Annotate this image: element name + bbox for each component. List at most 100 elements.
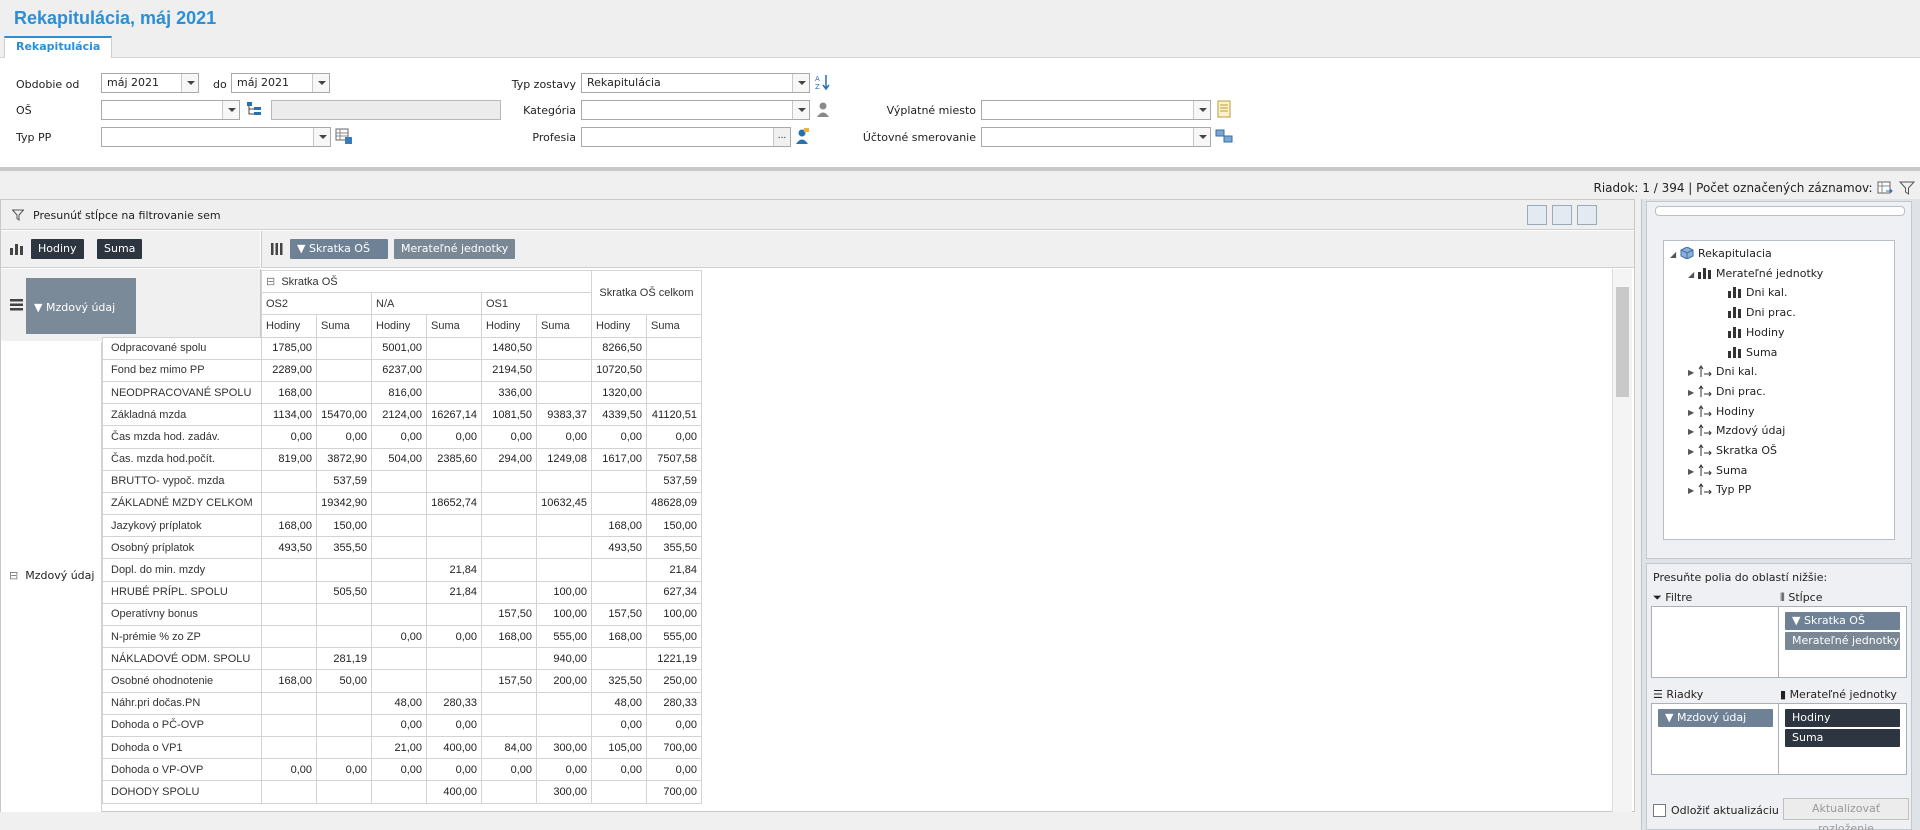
expanded-icon[interactable]: ◢ <box>1688 270 1698 279</box>
ellipsis-button[interactable]: ... <box>773 128 790 146</box>
table-cell[interactable]: 0,00 <box>371 713 427 737</box>
table-cell[interactable]: 250,00 <box>646 669 702 693</box>
collapsed-icon[interactable]: ▶ <box>1688 368 1698 377</box>
routing-icon[interactable] <box>1215 127 1233 145</box>
os-combo[interactable] <box>101 100 240 120</box>
category-person-icon[interactable] <box>814 100 832 118</box>
measure-header[interactable]: Suma <box>426 314 482 338</box>
table-cell[interactable] <box>591 580 647 604</box>
table-cell[interactable]: 700,00 <box>646 780 702 804</box>
refresh-button[interactable] <box>1577 205 1597 225</box>
update-layout-button[interactable]: Aktualizovať rozloženie <box>1783 798 1909 830</box>
chevron-down-icon[interactable] <box>792 101 809 119</box>
table-cell[interactable]: 0,00 <box>371 624 427 649</box>
filter-icon[interactable] <box>1899 180 1915 196</box>
table-cell[interactable]: 300,00 <box>536 735 592 760</box>
table-cell[interactable]: 18652,74 <box>426 491 482 516</box>
field-tree-item[interactable]: Dni prac. <box>1718 306 1796 319</box>
row-group-label[interactable]: ⊟ Mzdový údaj <box>9 569 94 582</box>
table-cell[interactable]: 6237,00 <box>371 358 427 382</box>
table-row[interactable]: N-prémie % zo ZP 0,00 0,00 168,00 555,00 168,… <box>102 624 702 649</box>
table-cell[interactable]: 1134,00 <box>261 403 317 427</box>
row-label[interactable]: Fond bez mimo PP <box>102 358 262 382</box>
table-cell[interactable]: 627,34 <box>646 580 702 604</box>
zone-chip-meratelne[interactable]: Merateľné jednotky <box>1785 632 1900 650</box>
table-cell[interactable]: 555,00 <box>646 624 702 649</box>
row-label[interactable]: Osobný príplatok <box>102 536 262 560</box>
table-cell[interactable]: 1785,00 <box>261 336 317 360</box>
field-list-button[interactable] <box>1527 205 1547 225</box>
table-cell[interactable] <box>316 602 372 627</box>
table-cell[interactable]: 0,00 <box>646 425 702 449</box>
table-cell[interactable]: 280,33 <box>426 691 482 715</box>
table-row[interactable]: Dohoda o VP-OVP 0,00 0,00 0,00 0,00 0,00 0,00 0… <box>102 758 702 782</box>
chevron-down-icon[interactable] <box>181 74 198 92</box>
chevron-down-icon[interactable] <box>313 128 330 146</box>
measure-header[interactable]: Suma <box>646 314 702 338</box>
collapsed-icon[interactable]: ▶ <box>1688 486 1698 495</box>
table-cell[interactable] <box>261 691 317 715</box>
row-label[interactable]: Náhr.pri dočas.PN <box>102 691 262 715</box>
table-row[interactable]: BRUTTO- vypoč. mzda 537,59 537,59 <box>102 469 702 493</box>
table-cell[interactable]: 0,00 <box>316 758 372 782</box>
table-row[interactable]: Dopl. do min. mzdy 21,84 21,84 <box>102 558 702 582</box>
table-cell[interactable]: 1081,50 <box>481 403 537 427</box>
table-cell[interactable]: 100,00 <box>536 602 592 627</box>
row-label[interactable]: NEODPRACOVANÉ SPOLU <box>102 380 262 405</box>
table-cell[interactable] <box>426 380 482 405</box>
table-cell[interactable]: 0,00 <box>591 713 647 737</box>
uctovne-combo[interactable] <box>981 127 1211 147</box>
zone-chip-suma[interactable]: Suma <box>1785 729 1900 747</box>
obdobie-od-combo[interactable]: máj 2021 <box>101 73 199 93</box>
table-cell[interactable]: 105,00 <box>591 735 647 760</box>
table-cell[interactable]: 1320,00 <box>591 380 647 405</box>
obdobie-do-combo[interactable]: máj 2021 <box>231 73 330 93</box>
table-cell[interactable] <box>536 514 592 538</box>
table-cell[interactable] <box>261 491 317 516</box>
measure-header[interactable]: Hodiny <box>261 314 317 338</box>
table-cell[interactable] <box>481 713 537 737</box>
table-cell[interactable]: 0,00 <box>536 425 592 449</box>
typpp-combo[interactable] <box>101 127 331 147</box>
table-cell[interactable]: 50,00 <box>316 669 372 693</box>
row-label[interactable]: Dohoda o VP-OVP <box>102 758 262 782</box>
table-cell[interactable]: 100,00 <box>536 580 592 604</box>
sort-icon[interactable]: A Z <box>814 73 832 91</box>
zone-measures[interactable]: Hodiny Suma <box>1778 703 1907 775</box>
field-tree-item[interactable]: Suma <box>1718 346 1777 359</box>
table-cell[interactable] <box>316 624 372 649</box>
table-cell[interactable] <box>371 602 427 627</box>
table-filter-icon[interactable] <box>335 127 353 145</box>
table-cell[interactable] <box>481 580 537 604</box>
zone-rows[interactable]: ▼ Mzdový údaj <box>1651 703 1780 775</box>
table-cell[interactable]: 0,00 <box>646 758 702 782</box>
table-cell[interactable] <box>316 735 372 760</box>
table-row[interactable]: Odpracované spolu 1785,00 5001,00 1480,50 82… <box>102 336 702 360</box>
chevron-down-icon[interactable] <box>222 101 239 119</box>
table-cell[interactable] <box>316 713 372 737</box>
vertical-scrollbar[interactable] <box>1612 269 1632 812</box>
table-cell[interactable]: 355,50 <box>316 536 372 560</box>
table-row[interactable]: Dohoda o VP1 21,00 400,00 84,00 300,00 105,00… <box>102 735 702 760</box>
measure-header[interactable]: Hodiny <box>371 314 427 338</box>
table-cell[interactable]: 400,00 <box>426 735 482 760</box>
field-search[interactable] <box>1655 206 1905 216</box>
table-cell[interactable]: 493,50 <box>261 536 317 560</box>
row-label[interactable]: Dohoda o VP1 <box>102 735 262 760</box>
chevron-down-icon[interactable] <box>1193 128 1210 146</box>
table-cell[interactable]: 168,00 <box>591 624 647 649</box>
table-cell[interactable] <box>481 536 537 560</box>
table-cell[interactable]: 7507,58 <box>646 447 702 471</box>
table-cell[interactable] <box>316 780 372 804</box>
table-cell[interactable]: 21,84 <box>426 580 482 604</box>
profesia-input[interactable]: ... <box>581 127 791 147</box>
collapsed-icon[interactable]: ▶ <box>1688 447 1698 456</box>
table-cell[interactable]: 19342,90 <box>316 491 372 516</box>
table-cell[interactable] <box>591 491 647 516</box>
table-cell[interactable] <box>426 536 482 560</box>
tab-rekapitulacia[interactable]: Rekapitulácia <box>4 36 113 58</box>
row-label[interactable]: HRUBÉ PRÍPL. SPOLU <box>102 580 262 604</box>
table-cell[interactable] <box>481 491 537 516</box>
row-label[interactable]: BRUTTO- vypoč. mzda <box>102 469 262 493</box>
table-cell[interactable] <box>426 514 482 538</box>
